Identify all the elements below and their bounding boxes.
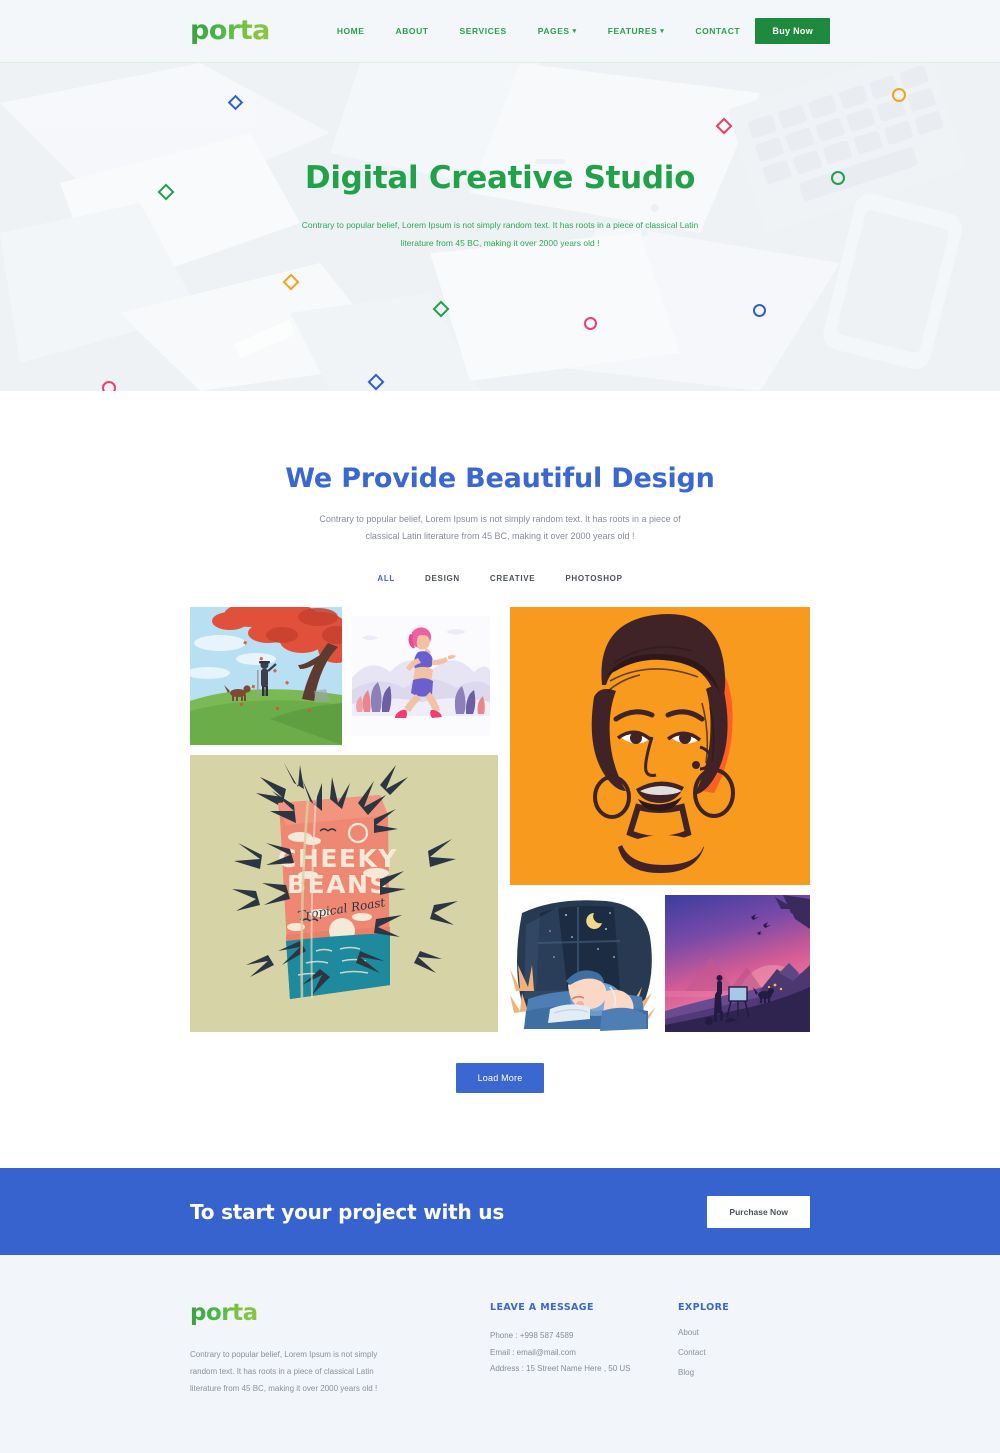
footer-message-column: LEAVE A MESSAGE Phone : +998 587 4589 Em…: [490, 1302, 678, 1397]
nav-label: FEATURES: [607, 26, 658, 36]
sunset-painter-illustration: [665, 895, 810, 1033]
hero-section: Digital Creative Studio Contrary to popu…: [0, 63, 1000, 391]
footer-email: Email : email@mail.com: [490, 1347, 576, 1357]
cta-title: To start your project with us: [190, 1199, 505, 1224]
chevron-down-icon: ▾: [572, 27, 577, 35]
main-nav: HOME ABOUT SERVICES PAGES ▾ FEATURES ▾ CON…: [337, 26, 740, 36]
confetti-circle-7: [831, 171, 845, 185]
site-header: porta HOME ABOUT SERVICES PAGES ▾ FEATURE…: [0, 0, 1000, 63]
nav-item-services[interactable]: SERVICES: [460, 26, 507, 36]
hero-title: Digital Creative Studio: [304, 160, 696, 196]
portfolio-item-cheeky-beans-packaging[interactable]: CHEEKY BEANS Tropical Roast: [190, 755, 498, 1033]
nav-label: PAGES: [537, 26, 570, 36]
nav-label: HOME: [336, 26, 365, 36]
portfolio-filters: ALL DESIGN CREATIVE PHOTOSHOP: [0, 574, 1000, 583]
portfolio-grid: CHEEKY BEANS Tropical Roast: [190, 607, 810, 1033]
cta-banner: To start your project with us Purchase N…: [0, 1168, 1000, 1256]
nav-item-home[interactable]: HOME: [337, 26, 365, 36]
nav-label: ABOUT: [395, 26, 429, 36]
portfolio-item-sunset-painter[interactable]: [665, 895, 810, 1033]
coffee-packaging-illustration: CHEEKY BEANS Tropical Roast: [190, 755, 498, 1033]
footer-link-about[interactable]: About: [678, 1328, 729, 1337]
portfolio-subtitle: Contrary to popular belief, Lorem Ipsum …: [305, 511, 695, 544]
portfolio-item-running-woman[interactable]: [352, 616, 490, 737]
hero-subtitle: Contrary to popular belief, Lorem Ipsum …: [290, 217, 710, 253]
portfolio-section: We Provide Beautiful Design Contrary to …: [0, 391, 1000, 1094]
footer-brand: porta Contrary to popular belief, Lorem …: [190, 1302, 490, 1397]
hero-subtitle-line2: literature from 45 BC, making it over 20…: [400, 238, 600, 249]
chevron-down-icon: ▾: [660, 27, 665, 35]
portfolio-item-autumn-tree-landscape[interactable]: [190, 607, 342, 746]
pop-art-portrait-illustration: [510, 607, 810, 886]
autumn-tree-illustration: [190, 607, 342, 746]
portfolio-item-sleeping-person-night[interactable]: [510, 895, 660, 1033]
hero-subtitle-line1: Contrary to popular belief, Lorem Ipsum …: [301, 220, 699, 231]
footer-link-blog[interactable]: Blog: [678, 1368, 729, 1377]
footer-explore-column: EXPLORE About Contact Blog: [678, 1302, 729, 1397]
confetti-circle-11: [753, 304, 766, 317]
portfolio-item-pop-art-portrait[interactable]: [510, 607, 810, 886]
footer-address: Address : 15 Street Name Here , 50 US: [490, 1364, 631, 1374]
running-woman-illustration: [352, 616, 490, 737]
footer-logo[interactable]: porta: [190, 1302, 258, 1325]
portfolio-subtitle-line2: classical Latin literature from 45 BC, m…: [365, 530, 635, 541]
load-more-button[interactable]: Load More: [455, 1063, 545, 1094]
footer-message-heading: LEAVE A MESSAGE: [490, 1302, 594, 1314]
nav-label: SERVICES: [459, 26, 507, 36]
site-footer: porta Contrary to popular belief, Lorem …: [0, 1255, 1000, 1453]
logo[interactable]: porta: [190, 17, 270, 44]
nav-item-about[interactable]: ABOUT: [396, 26, 429, 36]
nav-item-contact[interactable]: CONTACT: [695, 26, 740, 36]
page-title: We Provide Beautiful Design: [285, 463, 715, 494]
filter-design[interactable]: DESIGN: [425, 574, 460, 583]
footer-phone: Phone : +998 587 4589: [490, 1331, 574, 1341]
packaging-line1: CHEEKY: [278, 844, 398, 873]
footer-about-text: Contrary to popular belief, Lorem Ipsum …: [190, 1350, 378, 1393]
sleeping-person-illustration: [510, 895, 660, 1033]
portfolio-subtitle-line1: Contrary to popular belief, Lorem Ipsum …: [319, 514, 681, 524]
buy-now-button[interactable]: Buy Now: [755, 18, 830, 44]
nav-item-pages[interactable]: PAGES ▾: [538, 26, 577, 36]
confetti-circle-4: [892, 88, 906, 102]
filter-all[interactable]: ALL: [377, 574, 395, 583]
confetti-circle-12: [102, 381, 116, 391]
confetti-circle-10: [584, 317, 597, 330]
nav-item-features[interactable]: FEATURES ▾: [608, 26, 665, 36]
purchase-now-button[interactable]: Purchase Now: [707, 1195, 810, 1228]
filter-photoshop[interactable]: PHOTOSHOP: [565, 574, 622, 583]
footer-link-contact[interactable]: Contact: [678, 1348, 729, 1357]
footer-explore-heading: EXPLORE: [678, 1302, 730, 1314]
filter-creative[interactable]: CREATIVE: [490, 574, 535, 583]
nav-label: CONTACT: [695, 26, 741, 36]
